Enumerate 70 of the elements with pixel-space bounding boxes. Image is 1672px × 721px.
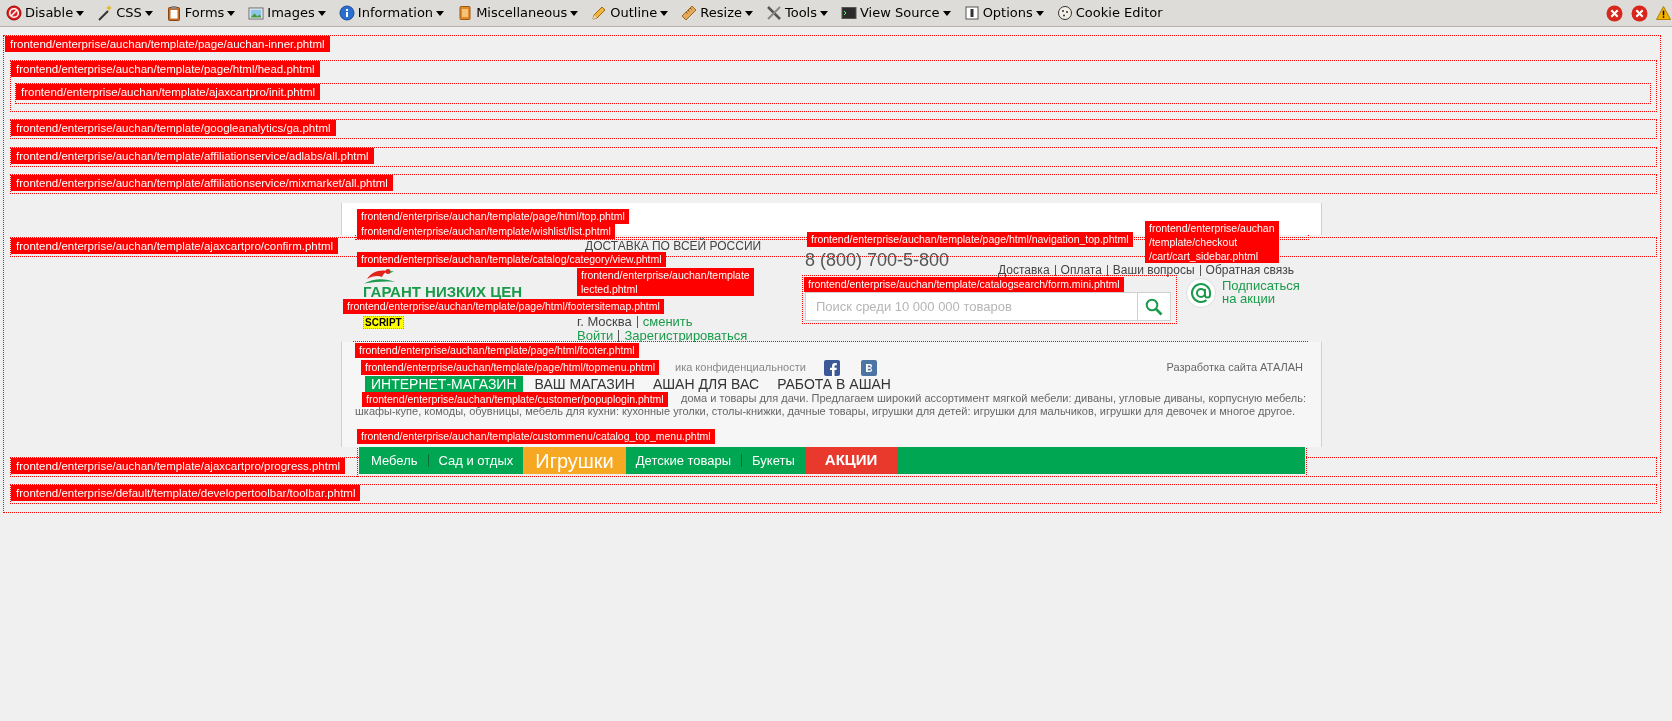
developer-credit: Разработка сайта АТАЛАН (1166, 361, 1303, 374)
warning-icon[interactable] (1656, 6, 1671, 20)
toolbar-menu-button[interactable]: Information (336, 2, 447, 24)
info-icon (338, 5, 355, 21)
top-menu-tab[interactable]: ВАШ МАГАЗИН (528, 376, 641, 392)
description-text: шкафы-купе, комоды, обувницы, мебель для кухни: кухонные уголки, столы-книжки, дачные товары, игрушки для детей: игрушки для мальчиков, игрушки для девочек и многое другое. (355, 404, 1296, 417)
cookie-icon (1056, 5, 1073, 21)
template-path-label: frontend/enterprise/auchan/template/affiliationservice/mixmarket/all.phtml (11, 175, 393, 191)
panel-icon (963, 5, 980, 21)
template-path-label: frontend/enterprise/auchan/template/page/html/top.phtml (357, 209, 629, 224)
template-path-label: frontend/enterprise/auchan/template/customer/popuplogin.phtml (362, 392, 668, 407)
template-path-label: frontend/enterprise/auchan/template/page/html/head.phtml (11, 61, 320, 77)
info-link[interactable]: Обратная связь (1205, 264, 1294, 276)
top-menu-tab[interactable]: РАБОТА В АШАН (771, 376, 897, 392)
script-marker: SCRIPT (363, 316, 404, 329)
vk-icon[interactable] (860, 359, 877, 376)
template-path-label: frontend/enterprise/auchan/template/page/html/navigation_top.phtml (807, 232, 1133, 247)
search-button[interactable] (1137, 292, 1171, 321)
template-path-label: frontend/enterprise/auchan/template/ajaxcartpro/init.phtml (16, 84, 321, 100)
template-path-label: frontend/enterprise/auchan /template/checkout /cart/cart_sidebar.phtml (1145, 221, 1279, 263)
template-path-label: frontend/enterprise/auchan/template/affiliationservice/adlabs/all.phtml (11, 148, 374, 164)
prohibition-icon (6, 5, 22, 21)
phone-number: 8 (800) 700-5-800 (805, 250, 950, 271)
book-icon (457, 5, 474, 21)
template-path-label: frontend/enterprise/auchan/template/googleanalytics/ga.phtml (11, 120, 336, 136)
error-icon[interactable] (1606, 4, 1623, 22)
picture-icon (248, 5, 265, 21)
top-menu-tab[interactable]: АШАН ДЛЯ ВАС (646, 376, 766, 392)
slogan: ГАРАНТ НИЗКИХ ЦЕН (363, 285, 523, 299)
template-path-label: frontend/enterprise/auchan/template/page/html/footersitemap.phtml (343, 299, 664, 314)
toolbar-menu-button[interactable]: Images (246, 2, 328, 24)
template-path-label: frontend/enterprise/auchan/template/page/html/topmenu.phtml (361, 360, 660, 375)
toolbar-menu-button[interactable]: Outline (589, 2, 671, 24)
toolbar-menu-button[interactable]: Disable (4, 2, 87, 24)
error-icon[interactable] (1631, 4, 1648, 22)
at-sign-icon[interactable] (1186, 278, 1216, 308)
info-link[interactable]: Доставка (998, 264, 1050, 276)
info-link[interactable]: Ваши вопросы (1112, 264, 1195, 276)
search-input[interactable]: Поиск среди 10 000 000 товаров (805, 292, 1137, 321)
facebook-icon[interactable] (823, 359, 840, 376)
ruler-icon (681, 5, 698, 21)
toolbar-menu-button[interactable]: Forms (163, 2, 238, 24)
template-path-label: frontend/enterprise/auchan/template/page/auchan-inner.phtml (5, 36, 330, 52)
terminal-icon (841, 5, 857, 21)
template-path-label: frontend/enterprise/auchan/template/ajaxcartpro/progress.phtml (11, 458, 346, 474)
template-path-label: frontend/enterprise/auchan/template/catalog/category/view.phtml (357, 252, 666, 267)
pencil-icon (591, 5, 608, 21)
template-path-label: frontend/enterprise/auchan/template/page/html/footer.phtml (355, 343, 639, 358)
toolbar-menu-button[interactable]: Miscellaneous (455, 2, 581, 24)
city-name: г. Москва (577, 315, 632, 328)
template-path-label: frontend/enterprise/auchan/template/wishlist/list.phtml (357, 224, 615, 239)
toolbar-menu-button[interactable]: CSS (95, 2, 155, 24)
template-path-label: frontend/enterprise/auchan/template/ajaxcartpro/confirm.phtml (11, 238, 339, 254)
template-path-label: frontend/enterprise/auchan/template/custommenu/catalog_top_menu.phtml (357, 429, 715, 444)
template-path-label: frontend/enterprise/default/template/developertoolbar/toolbar.phtml (11, 485, 361, 501)
wand-icon (97, 5, 114, 21)
search-icon (1145, 297, 1163, 316)
toolbar-menu-button[interactable]: Tools (763, 2, 830, 24)
description-text: дома и товары для дачи. Предлагаем широкий ассортимент мягкой мебели: диваны, угловые диваны, корпусную мебель: (681, 392, 1307, 405)
template-path-label: frontend/enterprise/auchan/template lected.phtml (577, 268, 754, 296)
delivery-note: ДОСТАВКА ПО ВСЕЙ РОССИИ (585, 240, 763, 252)
toolbar-menu-button[interactable]: Resize (679, 2, 755, 24)
clipboard-icon (165, 5, 182, 21)
tools-icon (765, 5, 782, 21)
template-path-label: frontend/enterprise/auchan/template/catalogsearch/form.mini.phtml (804, 277, 1124, 292)
toolbar-menu-button[interactable]: Cookie Editor (1054, 2, 1165, 24)
catalog-menu-link[interactable]: АКЦИИ (804, 447, 898, 474)
info-link[interactable]: Оплата (1060, 264, 1102, 276)
toolbar-menu-button[interactable]: View Source (839, 2, 953, 24)
toolbar-menu-button[interactable]: Options (961, 2, 1046, 24)
